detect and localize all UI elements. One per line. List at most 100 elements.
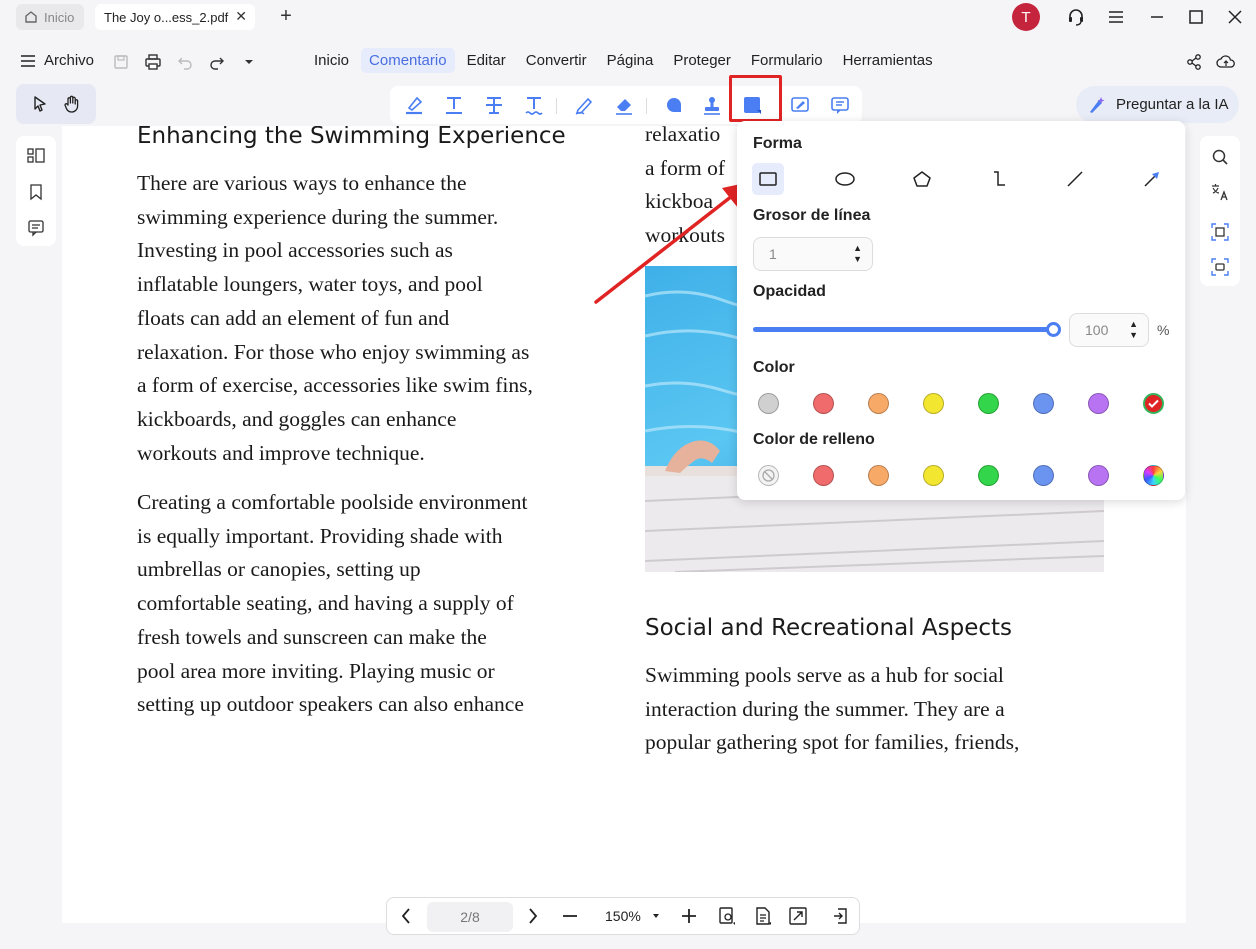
search-icon[interactable] <box>1210 147 1230 167</box>
color-swatch[interactable] <box>1033 393 1054 414</box>
pencil-icon[interactable] <box>573 94 595 116</box>
fill-swatch[interactable] <box>923 465 944 486</box>
tab-document[interactable]: The Joy o...ess_2.pdf ✕ <box>95 4 255 30</box>
comments-panel-icon[interactable] <box>26 218 46 238</box>
menu-convertir[interactable]: Convertir <box>518 48 595 73</box>
sticky-note-icon[interactable] <box>663 94 685 116</box>
ocr-icon[interactable] <box>1210 222 1230 242</box>
next-page-icon[interactable] <box>523 906 543 926</box>
text-line: floats can add an element of fun and <box>137 305 450 330</box>
zoom-out-icon[interactable] <box>560 906 580 926</box>
opacity-stepper[interactable]: 100 ▲ ▼ <box>1069 313 1149 347</box>
squiggly-icon[interactable] <box>523 94 545 116</box>
right-sidebar <box>1200 136 1240 286</box>
stepper-arrows-icon[interactable]: ▲ ▼ <box>1129 319 1138 341</box>
rectangle-icon[interactable] <box>752 163 784 195</box>
color-swatch[interactable] <box>813 393 834 414</box>
polygon-icon[interactable] <box>906 163 938 195</box>
minimize-icon[interactable] <box>1146 6 1168 28</box>
color-swatch[interactable] <box>978 393 999 414</box>
fill-none-icon[interactable] <box>758 465 779 486</box>
close-tab-icon[interactable]: ✕ <box>235 8 247 25</box>
menu-editar[interactable]: Editar <box>459 48 514 73</box>
text-underline-icon[interactable] <box>443 94 465 116</box>
opacity-slider-handle[interactable] <box>1046 322 1061 337</box>
opacity-slider[interactable] <box>753 322 1061 337</box>
fill-swatch[interactable] <box>978 465 999 486</box>
avatar[interactable]: T <box>1012 3 1040 31</box>
dropdown-caret-icon[interactable] <box>242 53 260 71</box>
fill-swatch[interactable] <box>1033 465 1054 486</box>
save-icon[interactable] <box>112 53 130 71</box>
menu-icon[interactable] <box>1105 6 1127 28</box>
checkmark-icon <box>1148 399 1159 408</box>
headset-icon[interactable] <box>1065 6 1087 28</box>
archivo-menu[interactable]: Archivo <box>20 52 94 69</box>
page-navigation-bar: 2/8 150% <box>386 897 860 935</box>
page-number-input[interactable]: 2/8 <box>427 902 513 932</box>
left-sidebar <box>16 136 56 246</box>
color-swatch[interactable] <box>868 393 889 414</box>
polyline-icon[interactable] <box>983 163 1015 195</box>
new-tab-button[interactable]: + <box>276 5 296 28</box>
arrow-icon[interactable] <box>1136 163 1168 195</box>
screenshot-icon[interactable] <box>1210 257 1230 277</box>
line-icon[interactable] <box>1059 163 1091 195</box>
exit-presentation-icon[interactable] <box>830 906 850 926</box>
text-line: workouts and improve technique. <box>137 440 425 465</box>
menu-proteger[interactable]: Proteger <box>665 48 739 73</box>
line-width-value: 1 <box>769 246 777 262</box>
menu-inicio[interactable]: Inicio <box>306 48 357 73</box>
mode-toolbar <box>16 84 96 124</box>
bookmark-icon[interactable] <box>26 182 46 202</box>
hand-icon[interactable] <box>62 94 82 114</box>
color-swatch[interactable] <box>923 393 944 414</box>
cloud-icon[interactable] <box>1216 53 1236 71</box>
ask-ai-button[interactable]: Preguntar a la IA <box>1076 86 1239 123</box>
page-view-icon[interactable] <box>717 906 737 926</box>
fill-swatch[interactable] <box>813 465 834 486</box>
ask-ai-label: Preguntar a la IA <box>1116 96 1229 113</box>
menu-comentario[interactable]: Comentario <box>361 48 455 73</box>
select-cursor-icon[interactable] <box>30 94 50 114</box>
opacity-value: 100 <box>1085 322 1109 338</box>
text-line: umbrellas or canopies, setting up <box>137 557 421 582</box>
line-width-stepper[interactable]: 1 ▲ ▼ <box>753 237 873 271</box>
fill-custom-color-swatch[interactable] <box>1143 465 1164 486</box>
stamp-icon[interactable] <box>701 94 723 116</box>
tab-home[interactable]: Inicio <box>16 4 84 30</box>
page-layout-icon[interactable] <box>753 906 773 926</box>
zoom-in-icon[interactable] <box>679 906 699 926</box>
fit-page-icon[interactable] <box>788 906 808 926</box>
color-swatch[interactable] <box>1088 393 1109 414</box>
stepper-arrows-icon[interactable]: ▲ ▼ <box>853 243 862 265</box>
text-line: relaxation. For those who enjoy swimming… <box>137 339 530 364</box>
translate-icon[interactable] <box>1210 182 1230 202</box>
close-window-icon[interactable] <box>1224 6 1246 28</box>
color-label: Color <box>753 359 795 376</box>
print-icon[interactable] <box>144 53 162 71</box>
color-swatch-selected[interactable] <box>1143 393 1164 414</box>
ellipse-icon[interactable] <box>829 163 861 195</box>
menu-herramientas[interactable]: Herramientas <box>835 48 941 73</box>
thumbnails-icon[interactable] <box>26 146 46 166</box>
share-icon[interactable] <box>1185 53 1203 71</box>
main-menu: Inicio Comentario Editar Convertir Págin… <box>306 48 945 73</box>
opacity-slider-fill <box>753 327 1053 332</box>
highlight-icon[interactable] <box>403 94 425 116</box>
color-swatch[interactable] <box>758 393 779 414</box>
maximize-icon[interactable] <box>1185 6 1207 28</box>
comment-box-icon[interactable] <box>829 94 851 116</box>
fill-swatch[interactable] <box>868 465 889 486</box>
undo-icon[interactable] <box>176 53 194 71</box>
strikethrough-icon[interactable] <box>483 94 505 116</box>
redo-icon[interactable] <box>208 53 226 71</box>
zoom-dropdown-icon[interactable] <box>646 906 666 926</box>
menu-pagina[interactable]: Página <box>599 48 662 73</box>
menu-formulario[interactable]: Formulario <box>743 48 831 73</box>
previous-page-icon[interactable] <box>396 906 416 926</box>
fill-swatch[interactable] <box>1088 465 1109 486</box>
zoom-level[interactable]: 150% <box>605 908 641 924</box>
signature-icon[interactable] <box>789 94 811 116</box>
eraser-icon[interactable] <box>613 94 635 116</box>
